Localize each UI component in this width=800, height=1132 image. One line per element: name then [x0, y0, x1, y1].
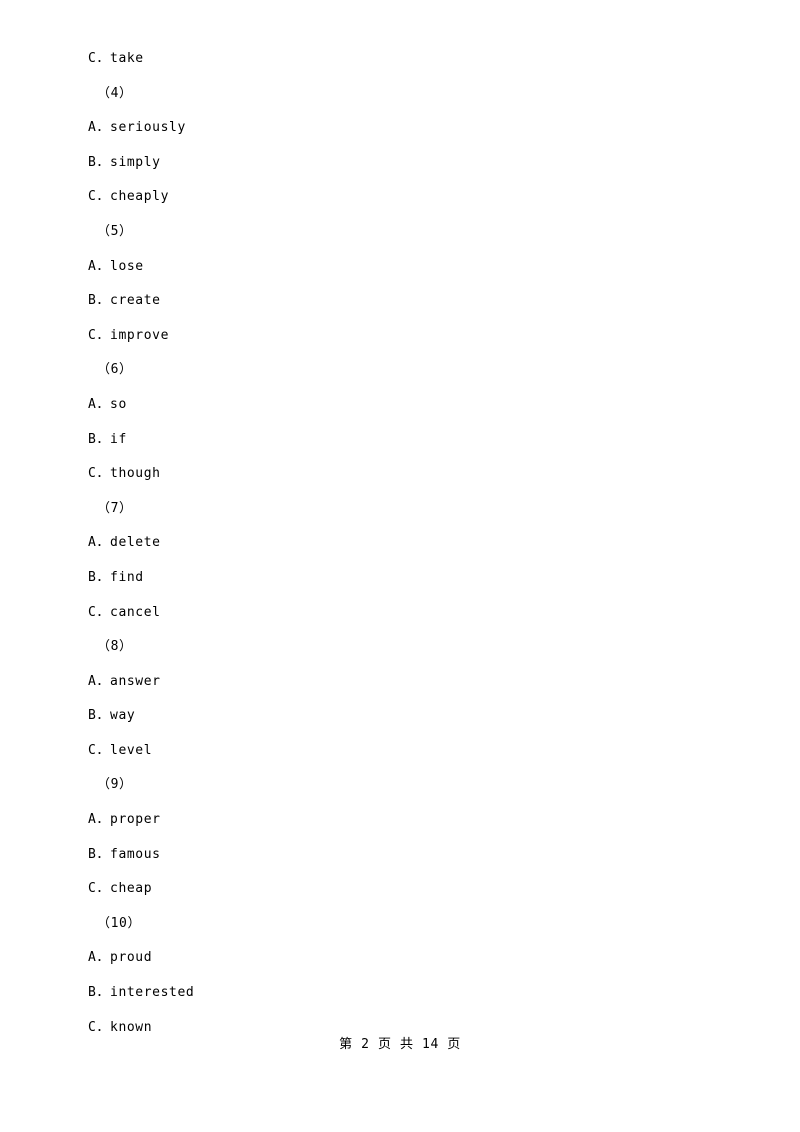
answer-option: C．cheaply — [88, 189, 170, 205]
answer-option: B．way — [88, 708, 136, 724]
question-number: （9） — [97, 777, 133, 793]
answer-option: A．seriously — [88, 120, 186, 136]
answer-option: A．delete — [88, 535, 161, 551]
answer-option: C．cheap — [88, 881, 153, 897]
answer-option: B．interested — [88, 985, 195, 1001]
document-page: C．take （4） A．seriously B．simply C．cheaply （5）… — [0, 0, 800, 1132]
question-number: （10） — [97, 915, 142, 931]
question-number: （4） — [97, 85, 133, 101]
answer-option: B．find — [88, 569, 144, 585]
answer-option: C．cancel — [88, 604, 161, 620]
page-footer: 第 2 页 共 14 页 — [339, 1037, 461, 1052]
answer-option: A．so — [88, 396, 127, 412]
question-number: （6） — [97, 362, 133, 378]
question-number: （5） — [97, 223, 133, 239]
answer-option: B．if — [88, 431, 127, 447]
answer-option: A．lose — [88, 258, 144, 274]
answer-option: C．improve — [88, 327, 170, 343]
answer-option: B．simply — [88, 154, 161, 170]
answer-option: B．famous — [88, 846, 161, 862]
answer-option: A．proud — [88, 950, 153, 966]
question-number: （8） — [97, 639, 133, 655]
answer-option: A．answer — [88, 673, 161, 689]
answer-option: A．proper — [88, 812, 161, 828]
answer-option: B．create — [88, 293, 161, 309]
question-options-list: C．take （4） A．seriously B．simply C．cheaply （5）… — [88, 42, 708, 1045]
question-number: （7） — [97, 500, 133, 516]
answer-option: C．level — [88, 742, 153, 758]
answer-option: C．take — [88, 51, 144, 66]
answer-option: C．though — [88, 466, 161, 482]
